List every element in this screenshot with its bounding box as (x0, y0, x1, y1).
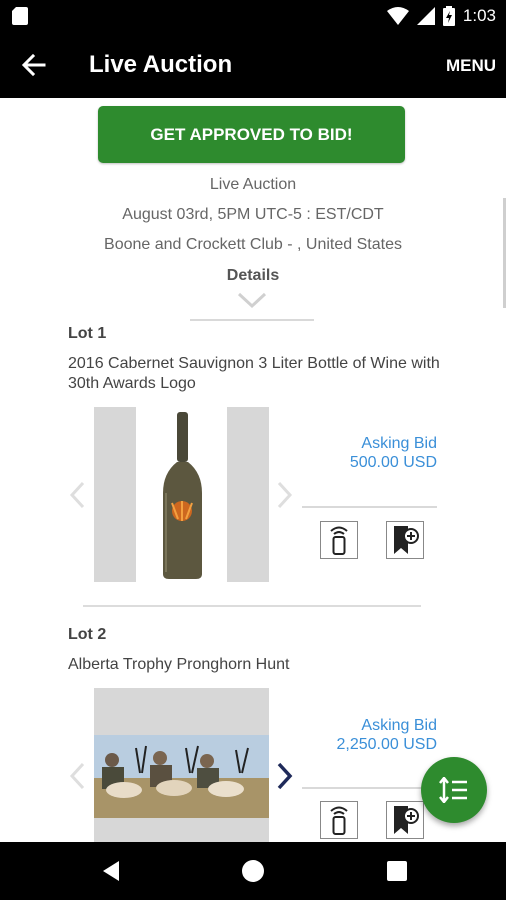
battery-icon (442, 6, 455, 26)
lot-1-asking-value: 500.00 USD (349, 454, 437, 471)
bookmark-add-icon (394, 806, 419, 834)
status-icons: 1:03 (386, 5, 496, 27)
auction-location: Boone and Crockett Club - , United State… (104, 236, 402, 253)
auction-datetime: August 03rd, 5PM UTC-5 : EST/CDT (122, 206, 384, 223)
status-bar: 1:03 (0, 0, 506, 32)
menu-button[interactable]: MENU (446, 56, 496, 76)
arrow-left-icon[interactable] (20, 51, 48, 79)
lot-2-image[interactable] (94, 688, 269, 842)
carousel-next-icon[interactable] (276, 480, 294, 510)
carousel-prev-icon[interactable] (68, 480, 86, 510)
lot-1-asking-label: Asking Bid (361, 435, 437, 452)
lot-2-label: Lot 2 (68, 626, 107, 643)
phone-signal-icon (330, 806, 348, 835)
lot-2-asking-label: Asking Bid (361, 717, 437, 734)
lot-1-image[interactable] (94, 407, 269, 582)
system-nav-bar (0, 842, 506, 900)
lot-2-title[interactable]: Alberta Trophy Pronghorn Hunt (68, 655, 448, 675)
sort-button[interactable] (421, 757, 487, 823)
lot-1-label: Lot 1 (68, 325, 107, 342)
divider (190, 319, 314, 321)
signal-icon (416, 7, 435, 25)
wine-bottle-photo (94, 407, 269, 582)
lot-2-watch-button[interactable] (386, 801, 424, 839)
back-triangle-icon[interactable] (99, 859, 123, 883)
recents-square-icon[interactable] (385, 859, 409, 883)
divider (302, 787, 437, 789)
auction-content[interactable]: GET APPROVED TO BID! Live Auction August… (0, 98, 506, 842)
lot-1-title[interactable]: 2016 Cabernet Sauvignon 3 Liter Bottle o… (68, 354, 448, 394)
sd-card-icon (12, 7, 28, 25)
pronghorn-hunters-photo (94, 688, 269, 842)
details-toggle[interactable]: Details (0, 266, 506, 286)
status-time: 1:03 (462, 6, 496, 25)
lot-divider (83, 605, 421, 607)
home-circle-icon[interactable] (241, 859, 265, 883)
phone-signal-icon (330, 526, 348, 555)
page-title: Live Auction (89, 51, 233, 78)
app-bar: Live Auction MENU (0, 32, 506, 98)
chevron-down-icon[interactable] (237, 290, 267, 310)
lot-1-live-bid-button[interactable] (320, 521, 358, 559)
lot-1-watch-button[interactable] (386, 521, 424, 559)
divider (302, 506, 437, 508)
wifi-icon (386, 7, 409, 25)
get-approved-button[interactable]: GET APPROVED TO BID! (98, 106, 405, 163)
carousel-next-icon[interactable] (276, 761, 294, 791)
bookmark-add-icon (394, 526, 419, 554)
sort-lines-icon (439, 777, 467, 803)
lot-2-asking-value: 2,250.00 USD (336, 736, 437, 753)
auction-type: Live Auction (209, 176, 297, 193)
carousel-prev-icon[interactable] (68, 761, 86, 791)
lot-2-live-bid-button[interactable] (320, 801, 358, 839)
